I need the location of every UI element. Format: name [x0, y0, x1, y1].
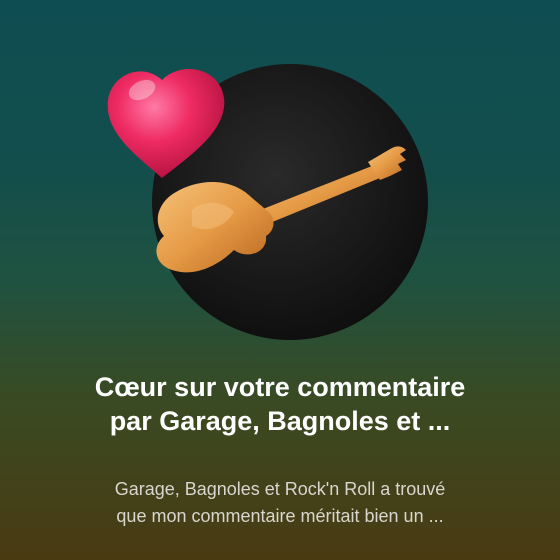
- notification-title-line-1: Cœur sur votre commentaire: [94, 372, 466, 402]
- notification-title: Cœur sur votre commentaire par Garage, B…: [30, 370, 530, 438]
- notification-card[interactable]: Cœur sur votre commentaire par Garage, B…: [0, 0, 560, 560]
- notification-body-line-2: que mon commentaire méritait bien un ...: [116, 506, 444, 526]
- notification-title-line-2: par Garage, Bagnoles et ...: [109, 406, 451, 436]
- notification-artwork: [100, 50, 440, 350]
- notification-body: Garage, Bagnoles et Rock'n Roll a trouvé…: [30, 476, 530, 530]
- notification-body-line-1: Garage, Bagnoles et Rock'n Roll a trouvé: [114, 479, 446, 499]
